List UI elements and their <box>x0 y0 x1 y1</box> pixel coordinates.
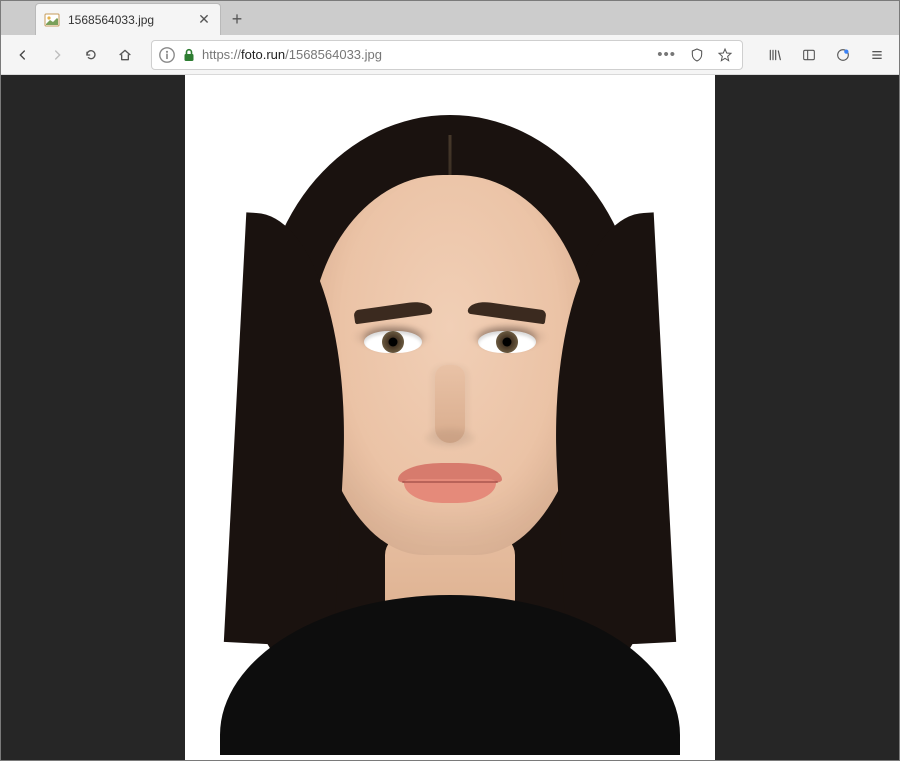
page-actions-button[interactable]: ••• <box>653 46 680 63</box>
browser-tab[interactable]: 1568564033.jpg ✕ <box>35 3 221 35</box>
face-shape <box>310 175 590 555</box>
star-icon <box>717 47 733 63</box>
lip-line <box>402 481 498 483</box>
reader-mode-button[interactable] <box>686 44 708 66</box>
secure-lock-icon <box>182 48 196 62</box>
url-text: https://foto.run/1568564033.jpg <box>202 47 647 62</box>
info-icon <box>158 46 176 64</box>
home-button[interactable] <box>109 39 141 71</box>
pupil-right <box>503 338 512 347</box>
eye-left <box>364 331 422 353</box>
bookmark-button[interactable] <box>714 44 736 66</box>
library-icon <box>767 47 783 63</box>
arrow-left-icon <box>15 47 31 63</box>
url-path: /1568564033.jpg <box>285 47 382 62</box>
library-button[interactable] <box>759 39 791 71</box>
reload-button[interactable] <box>75 39 107 71</box>
account-button[interactable] <box>827 39 859 71</box>
new-tab-button[interactable]: + <box>221 3 253 35</box>
tab-close-icon: ✕ <box>198 11 210 28</box>
image-document[interactable] <box>185 75 715 760</box>
home-icon <box>117 47 133 63</box>
iris-right <box>496 331 518 353</box>
nose-shape <box>435 365 465 443</box>
sidebar-button[interactable] <box>793 39 825 71</box>
lips-shape <box>398 463 502 503</box>
app-menu-button[interactable] <box>861 39 893 71</box>
arrow-right-icon <box>49 47 65 63</box>
sidebar-icon <box>801 47 817 63</box>
url-scheme: https:// <box>202 47 241 62</box>
account-badge-icon <box>835 47 851 63</box>
ellipsis-icon: ••• <box>657 46 676 63</box>
eye-right <box>478 331 536 353</box>
iris-left <box>382 331 404 353</box>
browser-toolbar: https://foto.run/1568564033.jpg ••• <box>1 35 899 75</box>
tab-close-button[interactable]: ✕ <box>196 12 212 28</box>
tab-favicon-image-icon <box>44 12 60 28</box>
portrait-illustration <box>235 115 665 725</box>
pupil-left <box>389 338 398 347</box>
back-button[interactable] <box>7 39 39 71</box>
tab-strip: 1568564033.jpg ✕ + <box>1 1 899 35</box>
forward-button[interactable] <box>41 39 73 71</box>
url-host: foto.run <box>241 47 285 62</box>
hamburger-menu-icon <box>869 47 885 63</box>
plus-icon: + <box>232 9 243 30</box>
shield-icon <box>689 47 705 63</box>
site-info-button[interactable] <box>158 46 176 64</box>
address-bar[interactable]: https://foto.run/1568564033.jpg ••• <box>151 40 743 70</box>
toolbar-right <box>759 39 893 71</box>
content-viewport <box>1 75 899 760</box>
eyebrow-right <box>467 300 546 325</box>
tab-title: 1568564033.jpg <box>68 13 188 27</box>
eyebrow-left <box>353 300 432 325</box>
reload-icon <box>83 47 99 63</box>
